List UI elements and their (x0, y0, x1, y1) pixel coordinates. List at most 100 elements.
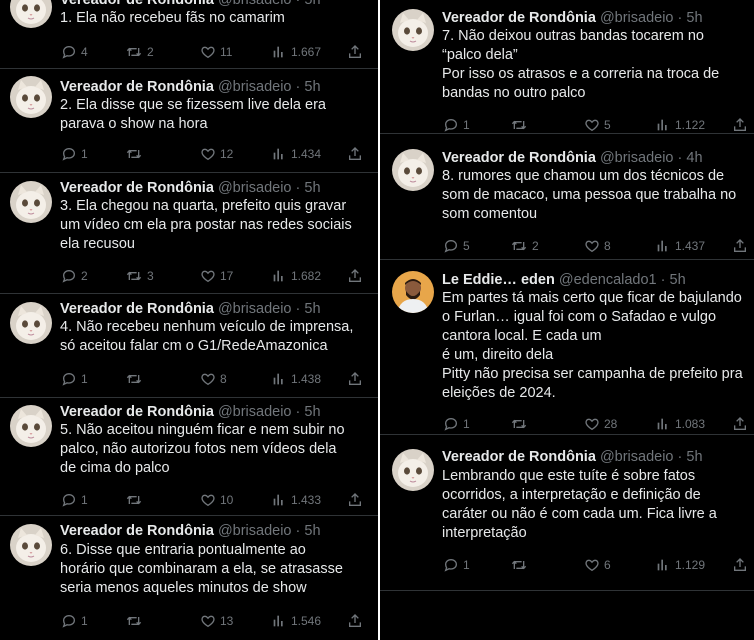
timestamp[interactable]: 5h (686, 10, 702, 26)
retweet-button[interactable] (125, 613, 147, 629)
retweet-button[interactable] (125, 492, 147, 508)
avatar[interactable] (392, 9, 434, 51)
reply-icon (61, 268, 81, 284)
display-name[interactable]: Vereador de Rondônia (60, 523, 214, 539)
share-button[interactable] (732, 238, 748, 254)
retweet-button[interactable]: 2 (510, 238, 539, 254)
views-button[interactable]: 1.434 (271, 146, 321, 162)
like-button[interactable]: 17 (200, 268, 233, 284)
retweet-button[interactable] (125, 146, 147, 162)
like-button[interactable]: 10 (200, 492, 233, 508)
display-name[interactable]: Vereador de Rondônia (442, 10, 596, 26)
reply-button[interactable]: 1 (61, 146, 88, 162)
retweet-button[interactable] (510, 117, 532, 133)
retweet-button[interactable]: 3 (125, 268, 154, 284)
views-button[interactable]: 1.682 (271, 268, 321, 284)
display-name[interactable]: Vereador de Rondônia (60, 301, 214, 317)
share-button[interactable] (732, 557, 748, 573)
share-button[interactable] (732, 416, 748, 432)
timestamp[interactable]: 5h (304, 180, 320, 196)
share-button[interactable] (347, 613, 363, 629)
like-count: 6 (604, 558, 611, 572)
reply-count: 4 (81, 45, 88, 59)
reply-button[interactable]: 1 (443, 117, 470, 133)
like-button[interactable]: 5 (584, 117, 611, 133)
avatar[interactable] (10, 76, 52, 118)
reply-button[interactable]: 5 (443, 238, 470, 254)
like-button[interactable]: 8 (584, 238, 611, 254)
display-name[interactable]: Vereador de Rondônia (60, 79, 214, 95)
views-button[interactable]: 1.546 (271, 613, 321, 629)
user-handle[interactable]: @brisadeio (218, 404, 292, 420)
like-button[interactable]: 13 (200, 613, 233, 629)
like-button[interactable]: 6 (584, 557, 611, 573)
share-button[interactable] (347, 268, 363, 284)
avatar[interactable] (392, 271, 434, 313)
avatar[interactable] (10, 524, 52, 566)
avatar[interactable] (10, 405, 52, 447)
reply-button[interactable]: 2 (61, 268, 88, 284)
timestamp[interactable]: 5h (304, 79, 320, 95)
share-button[interactable] (347, 44, 363, 60)
reply-button[interactable]: 1 (61, 371, 88, 387)
share-button[interactable] (732, 117, 748, 133)
retweet-button[interactable] (510, 416, 532, 432)
display-name[interactable]: Vereador de Rondônia (442, 150, 596, 166)
avatar[interactable] (10, 181, 52, 223)
views-button[interactable]: 1.122 (655, 117, 705, 133)
reply-button[interactable]: 1 (443, 416, 470, 432)
display-name[interactable]: Le Eddie… eden (442, 272, 555, 288)
retweet-button[interactable] (125, 371, 147, 387)
share-button[interactable] (347, 492, 363, 508)
views-button[interactable]: 1.129 (655, 557, 705, 573)
user-handle[interactable]: @brisadeio (600, 449, 674, 465)
avatar[interactable] (392, 149, 434, 191)
display-name[interactable]: Vereador de Rondônia (442, 449, 596, 465)
reply-button[interactable]: 1 (61, 492, 88, 508)
tweet-text: Em partes tá mais certo que ficar de baj… (442, 290, 743, 401)
timestamp[interactable]: 5h (686, 449, 702, 465)
views-button[interactable]: 1.437 (655, 238, 705, 254)
like-count: 8 (604, 239, 611, 253)
right-thread-panel: Vereador de Rondônia @brisadeio · 5h 7. N… (380, 0, 754, 640)
views-button[interactable]: 1.433 (271, 492, 321, 508)
views-icon (271, 613, 291, 629)
views-button[interactable]: 1.667 (271, 44, 321, 60)
retweet-button[interactable]: 2 (125, 44, 154, 60)
timestamp[interactable]: 5h (304, 523, 320, 539)
avatar[interactable] (10, 0, 52, 28)
user-handle[interactable]: @brisadeio (600, 150, 674, 166)
user-handle[interactable]: @brisadeio (218, 523, 292, 539)
like-button[interactable]: 12 (200, 146, 233, 162)
reply-button[interactable]: 1 (443, 557, 470, 573)
share-icon (347, 492, 363, 508)
user-handle[interactable]: @brisadeio (600, 10, 674, 26)
timestamp[interactable]: 5h (304, 0, 320, 8)
reply-button[interactable]: 4 (61, 44, 88, 60)
views-button[interactable]: 1.083 (655, 416, 705, 432)
retweet-button[interactable] (510, 557, 532, 573)
like-button[interactable]: 28 (584, 416, 617, 432)
tweet-header: Vereador de Rondônia @brisadeio · 4h (442, 149, 703, 167)
user-handle[interactable]: @brisadeio (218, 79, 292, 95)
share-button[interactable] (347, 371, 363, 387)
reply-button[interactable]: 1 (61, 613, 88, 629)
avatar[interactable] (392, 449, 434, 491)
views-button[interactable]: 1.438 (271, 371, 321, 387)
avatar[interactable] (10, 302, 52, 344)
reply-icon (61, 146, 81, 162)
like-button[interactable]: 8 (200, 371, 227, 387)
timestamp[interactable]: 4h (686, 150, 702, 166)
display-name[interactable]: Vereador de Rondônia (60, 0, 214, 8)
timestamp[interactable]: 5h (670, 272, 686, 288)
user-handle[interactable]: @edencalado1 (559, 272, 657, 288)
timestamp[interactable]: 5h (304, 404, 320, 420)
user-handle[interactable]: @brisadeio (218, 0, 292, 8)
share-button[interactable] (347, 146, 363, 162)
timestamp[interactable]: 5h (304, 301, 320, 317)
display-name[interactable]: Vereador de Rondônia (60, 404, 214, 420)
like-button[interactable]: 11 (200, 44, 232, 60)
display-name[interactable]: Vereador de Rondônia (60, 180, 214, 196)
user-handle[interactable]: @brisadeio (218, 180, 292, 196)
user-handle[interactable]: @brisadeio (218, 301, 292, 317)
